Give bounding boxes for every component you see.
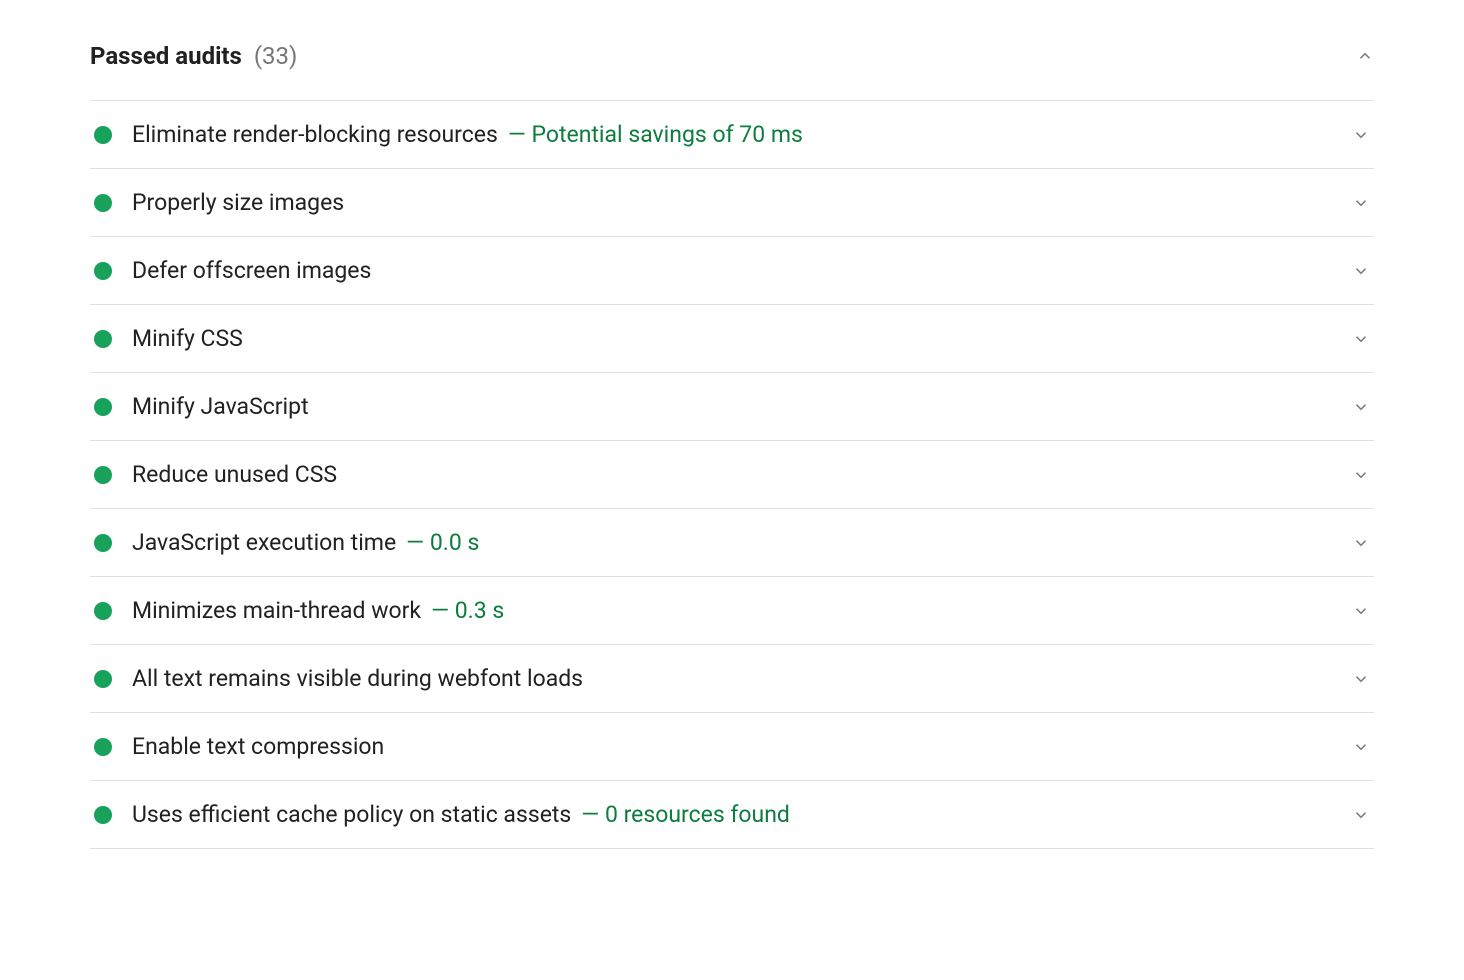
audit-row[interactable]: Minimizes main-thread work — 0.3 s: [90, 576, 1374, 644]
audit-texts: Minimizes main-thread work — 0.3 s: [132, 597, 504, 624]
audit-detail: — 0.3 s: [431, 597, 504, 624]
audit-label: Enable text compression: [132, 733, 384, 760]
chevron-down-icon: [1352, 262, 1370, 280]
audit-right: [1352, 806, 1370, 824]
audit-label: Defer offscreen images: [132, 257, 371, 284]
audit-detail-dash: —: [581, 801, 605, 828]
pass-status-dot-icon: [94, 534, 112, 552]
audit-detail: — 0 resources found: [581, 801, 790, 828]
passed-audits-header[interactable]: Passed audits (33): [90, 30, 1374, 100]
audit-left: Enable text compression: [94, 733, 384, 760]
audit-right: [1352, 466, 1370, 484]
audit-row[interactable]: Minify CSS: [90, 304, 1374, 372]
audit-row[interactable]: Uses efficient cache policy on static as…: [90, 780, 1374, 849]
pass-status-dot-icon: [94, 126, 112, 144]
audit-left: Defer offscreen images: [94, 257, 371, 284]
audit-left: JavaScript execution time — 0.0 s: [94, 529, 479, 556]
audit-texts: Minify CSS: [132, 325, 243, 352]
section-title: Passed audits: [90, 42, 242, 70]
audit-detail-text: 0.0 s: [430, 529, 480, 556]
audit-detail: — Potential savings of 70 ms: [508, 121, 803, 148]
pass-status-dot-icon: [94, 330, 112, 348]
audit-left: Minify JavaScript: [94, 393, 309, 420]
chevron-down-icon: [1352, 738, 1370, 756]
audit-left: Uses efficient cache policy on static as…: [94, 801, 790, 828]
audit-label: JavaScript execution time: [132, 529, 396, 556]
audit-texts: Defer offscreen images: [132, 257, 371, 284]
section-count: (33): [254, 42, 298, 70]
audit-row[interactable]: Defer offscreen images: [90, 236, 1374, 304]
audit-left: All text remains visible during webfont …: [94, 665, 583, 692]
audit-right: [1352, 194, 1370, 212]
audit-right: [1352, 330, 1370, 348]
audit-texts: Uses efficient cache policy on static as…: [132, 801, 790, 828]
audit-left: Properly size images: [94, 189, 344, 216]
audit-right: [1352, 126, 1370, 144]
pass-status-dot-icon: [94, 670, 112, 688]
audit-row[interactable]: Properly size images: [90, 168, 1374, 236]
audit-right: [1352, 262, 1370, 280]
audit-right: [1352, 398, 1370, 416]
chevron-down-icon: [1352, 398, 1370, 416]
pass-status-dot-icon: [94, 738, 112, 756]
chevron-down-icon: [1352, 330, 1370, 348]
audit-left: Eliminate render-blocking resources — Po…: [94, 121, 803, 148]
audit-detail-text: 0 resources found: [605, 801, 790, 828]
audit-detail: — 0.0 s: [406, 529, 479, 556]
audit-detail-text: Potential savings of 70 ms: [532, 121, 803, 148]
audit-texts: Minify JavaScript: [132, 393, 309, 420]
audit-label: Eliminate render-blocking resources: [132, 121, 498, 148]
audit-row[interactable]: Eliminate render-blocking resources — Po…: [90, 100, 1374, 168]
audit-left: Minify CSS: [94, 325, 243, 352]
chevron-down-icon: [1352, 126, 1370, 144]
chevron-down-icon: [1352, 534, 1370, 552]
audit-row[interactable]: All text remains visible during webfont …: [90, 644, 1374, 712]
audit-detail-dash: —: [431, 597, 455, 624]
audit-label: Reduce unused CSS: [132, 461, 337, 488]
audit-label: Minify CSS: [132, 325, 243, 352]
audit-texts: Reduce unused CSS: [132, 461, 337, 488]
chevron-down-icon: [1352, 602, 1370, 620]
audit-row[interactable]: Minify JavaScript: [90, 372, 1374, 440]
audit-right: [1352, 602, 1370, 620]
chevron-down-icon: [1352, 670, 1370, 688]
audit-row[interactable]: Enable text compression: [90, 712, 1374, 780]
audit-right: [1352, 534, 1370, 552]
pass-status-dot-icon: [94, 194, 112, 212]
section-title-wrap: Passed audits (33): [90, 42, 297, 70]
audit-texts: Enable text compression: [132, 733, 384, 760]
pass-status-dot-icon: [94, 602, 112, 620]
audit-texts: JavaScript execution time — 0.0 s: [132, 529, 479, 556]
audit-right: [1352, 738, 1370, 756]
audit-texts: Eliminate render-blocking resources — Po…: [132, 121, 803, 148]
chevron-down-icon: [1352, 466, 1370, 484]
audit-label: All text remains visible during webfont …: [132, 665, 583, 692]
audit-detail-dash: —: [406, 529, 430, 556]
audit-right: [1352, 670, 1370, 688]
chevron-up-icon: [1356, 47, 1374, 65]
chevron-down-icon: [1352, 806, 1370, 824]
pass-status-dot-icon: [94, 466, 112, 484]
audit-label: Minimizes main-thread work: [132, 597, 421, 624]
pass-status-dot-icon: [94, 806, 112, 824]
audit-label: Properly size images: [132, 189, 344, 216]
audit-texts: All text remains visible during webfont …: [132, 665, 583, 692]
audit-detail-dash: —: [508, 121, 532, 148]
audit-detail-text: 0.3 s: [455, 597, 505, 624]
pass-status-dot-icon: [94, 398, 112, 416]
audit-left: Minimizes main-thread work — 0.3 s: [94, 597, 504, 624]
audit-label: Minify JavaScript: [132, 393, 309, 420]
audit-row[interactable]: JavaScript execution time — 0.0 s: [90, 508, 1374, 576]
pass-status-dot-icon: [94, 262, 112, 280]
audit-row[interactable]: Reduce unused CSS: [90, 440, 1374, 508]
audit-left: Reduce unused CSS: [94, 461, 337, 488]
audit-list: Eliminate render-blocking resources — Po…: [90, 100, 1374, 849]
audit-label: Uses efficient cache policy on static as…: [132, 801, 571, 828]
chevron-down-icon: [1352, 194, 1370, 212]
audit-texts: Properly size images: [132, 189, 344, 216]
